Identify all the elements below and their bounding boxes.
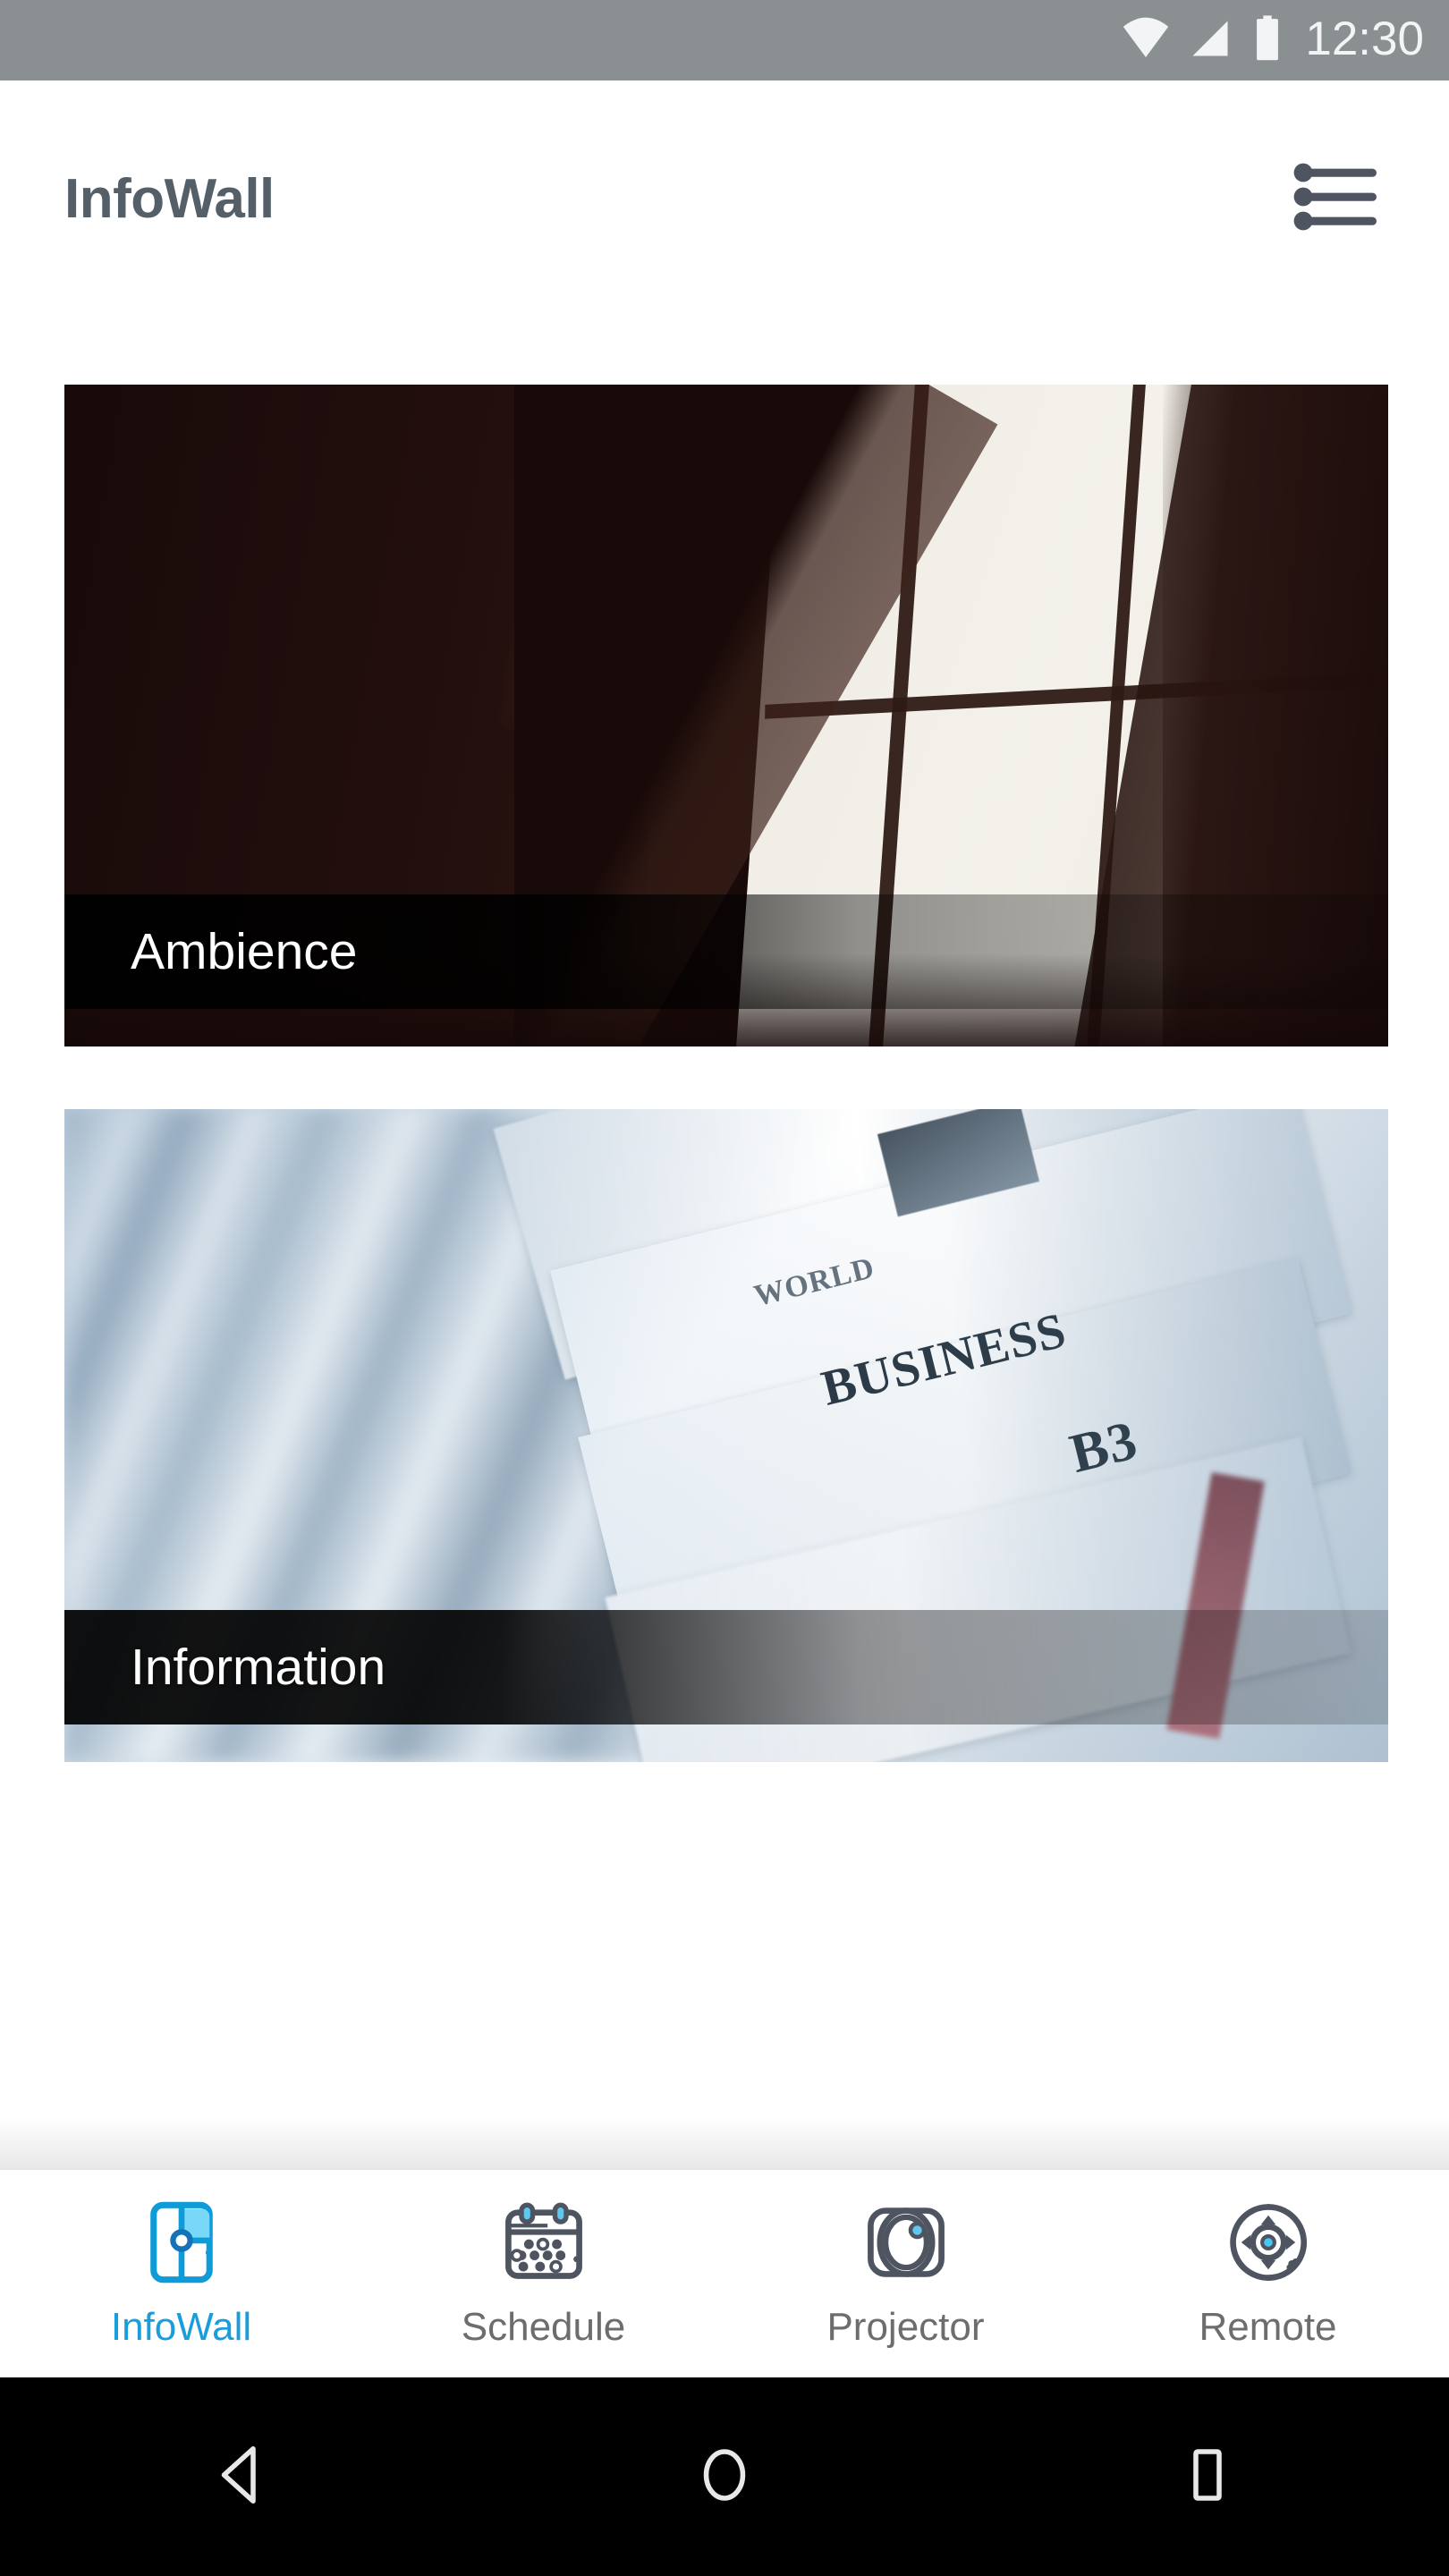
circle-home-icon: [690, 2440, 759, 2514]
main-content: Ambience WORLD BUSINESS B3 Information: [0, 318, 1449, 2124]
projector-lens-icon: [857, 2193, 955, 2292]
bottom-navigation-bar: InfoWall Schedule Projector Remote: [0, 2169, 1449, 2377]
status-bar: 12:30: [0, 0, 1449, 80]
recents-button[interactable]: [1127, 2396, 1288, 2557]
battery-icon: [1250, 13, 1285, 68]
infowall-panels-icon: [132, 2193, 231, 2292]
list-menu-icon: [1292, 163, 1382, 235]
remote-dpad-icon: [1219, 2193, 1318, 2292]
card-label: Ambience: [131, 923, 358, 980]
back-button[interactable]: [161, 2396, 322, 2557]
nav-label: InfoWall: [110, 2305, 252, 2349]
calendar-icon: [495, 2193, 593, 2292]
nav-item-projector[interactable]: Projector: [724, 2170, 1087, 2347]
bottom-nav-shadow: [0, 2115, 1449, 2169]
ambience-label-band: Ambience: [64, 894, 1388, 1009]
cellular-signal-icon: [1187, 15, 1233, 66]
square-recents-icon: [1173, 2440, 1242, 2514]
app-bar: InfoWall: [0, 80, 1449, 318]
information-label-band: Information: [64, 1610, 1388, 1724]
card-label: Information: [131, 1639, 386, 1696]
card-information[interactable]: WORLD BUSINESS B3 Information: [64, 1109, 1388, 1762]
nav-item-infowall[interactable]: InfoWall: [0, 2170, 362, 2347]
android-system-nav: [0, 2377, 1449, 2576]
wifi-icon: [1121, 13, 1171, 68]
card-ambience[interactable]: Ambience: [64, 385, 1388, 1046]
list-menu-button[interactable]: [1270, 132, 1404, 267]
page-title: InfoWall: [64, 168, 275, 230]
nav-label: Remote: [1199, 2305, 1337, 2349]
status-bar-clock: 12:30: [1305, 12, 1424, 65]
home-button[interactable]: [644, 2396, 805, 2557]
nav-label: Schedule: [461, 2305, 626, 2349]
triangle-back-icon: [207, 2440, 276, 2514]
nav-label: Projector: [826, 2305, 985, 2349]
nav-item-schedule[interactable]: Schedule: [362, 2170, 724, 2347]
nav-item-remote[interactable]: Remote: [1087, 2170, 1449, 2347]
